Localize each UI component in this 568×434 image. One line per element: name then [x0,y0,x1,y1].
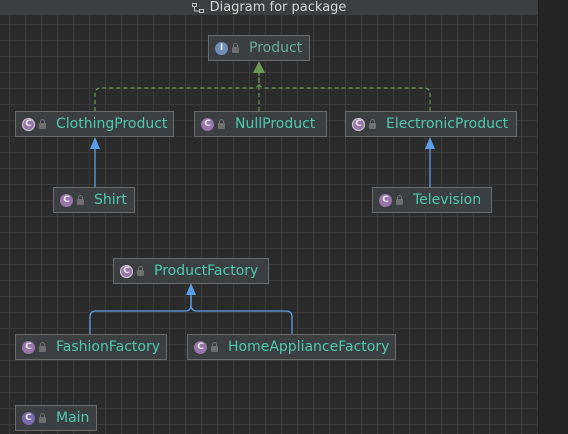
window-titlebar: Diagram for package [0,0,538,16]
class-badge-icon: C [194,340,207,354]
diagram-canvas[interactable]: I Product C ClothingProduct C NullProduc… [0,15,538,434]
arrow-head-clothingproduct [90,137,100,149]
edge-clothingproduct-product [94,73,260,111]
node-product[interactable]: I Product [208,35,310,61]
abstract-class-badge-icon: C [22,117,35,131]
window-title: Diagram for package [209,0,347,15]
edge-fashionfactory-productfactory [89,295,192,334]
node-label: Main [56,410,90,426]
lock-icon [369,118,376,129]
lock-icon [77,194,84,205]
implements-edges [94,73,431,111]
lock-icon [232,42,239,53]
lock-icon [39,341,46,352]
edge-layer [89,61,435,334]
abstract-class-badge-icon: C [120,264,133,278]
arrow-head-productfactory [186,283,196,295]
node-productfactory[interactable]: C ProductFactory [113,258,269,284]
node-label: ProductFactory [154,263,259,279]
node-television[interactable]: C Television [372,187,492,213]
node-label: HomeApplianceFactory [228,339,390,355]
node-label: ElectronicProduct [386,116,509,132]
node-main[interactable]: C Main [15,405,97,431]
node-clothingproduct[interactable]: C ClothingProduct [15,111,174,137]
diagram-icon [191,2,204,13]
arrow-head-electronicproduct [425,137,435,149]
edge-homeappliancefactory-productfactory [190,295,293,334]
class-badge-icon: C [379,193,392,207]
node-nullproduct[interactable]: C NullProduct [194,111,327,137]
node-label: FashionFactory [56,339,160,355]
node-label: Product [249,40,303,56]
node-shirt[interactable]: C Shirt [53,187,135,213]
class-badge-icon: C [201,117,214,131]
node-homeappliancefactory[interactable]: C HomeApplianceFactory [187,334,396,360]
interface-badge-icon: I [215,41,228,55]
main-class-badge-icon: C [22,411,35,425]
node-label: Television [413,192,482,208]
node-fashionfactory[interactable]: C FashionFactory [15,334,167,360]
node-label: NullProduct [235,116,316,132]
arrow-head-product [253,61,265,73]
class-badge-icon: C [22,340,35,354]
lock-icon [211,341,218,352]
node-electronicproduct[interactable]: C ElectronicProduct [345,111,517,137]
lock-icon [396,194,403,205]
lock-icon [39,118,46,129]
lock-icon [137,265,144,276]
abstract-class-badge-icon: C [352,117,365,131]
lock-icon [218,118,225,129]
edge-electronicproduct-product [258,73,431,111]
node-label: ClothingProduct [56,116,168,132]
lock-icon [39,412,46,423]
node-label: Shirt [94,192,127,208]
extends-edges [89,149,431,334]
class-badge-icon: C [60,193,73,207]
right-panel-edge [538,0,568,434]
